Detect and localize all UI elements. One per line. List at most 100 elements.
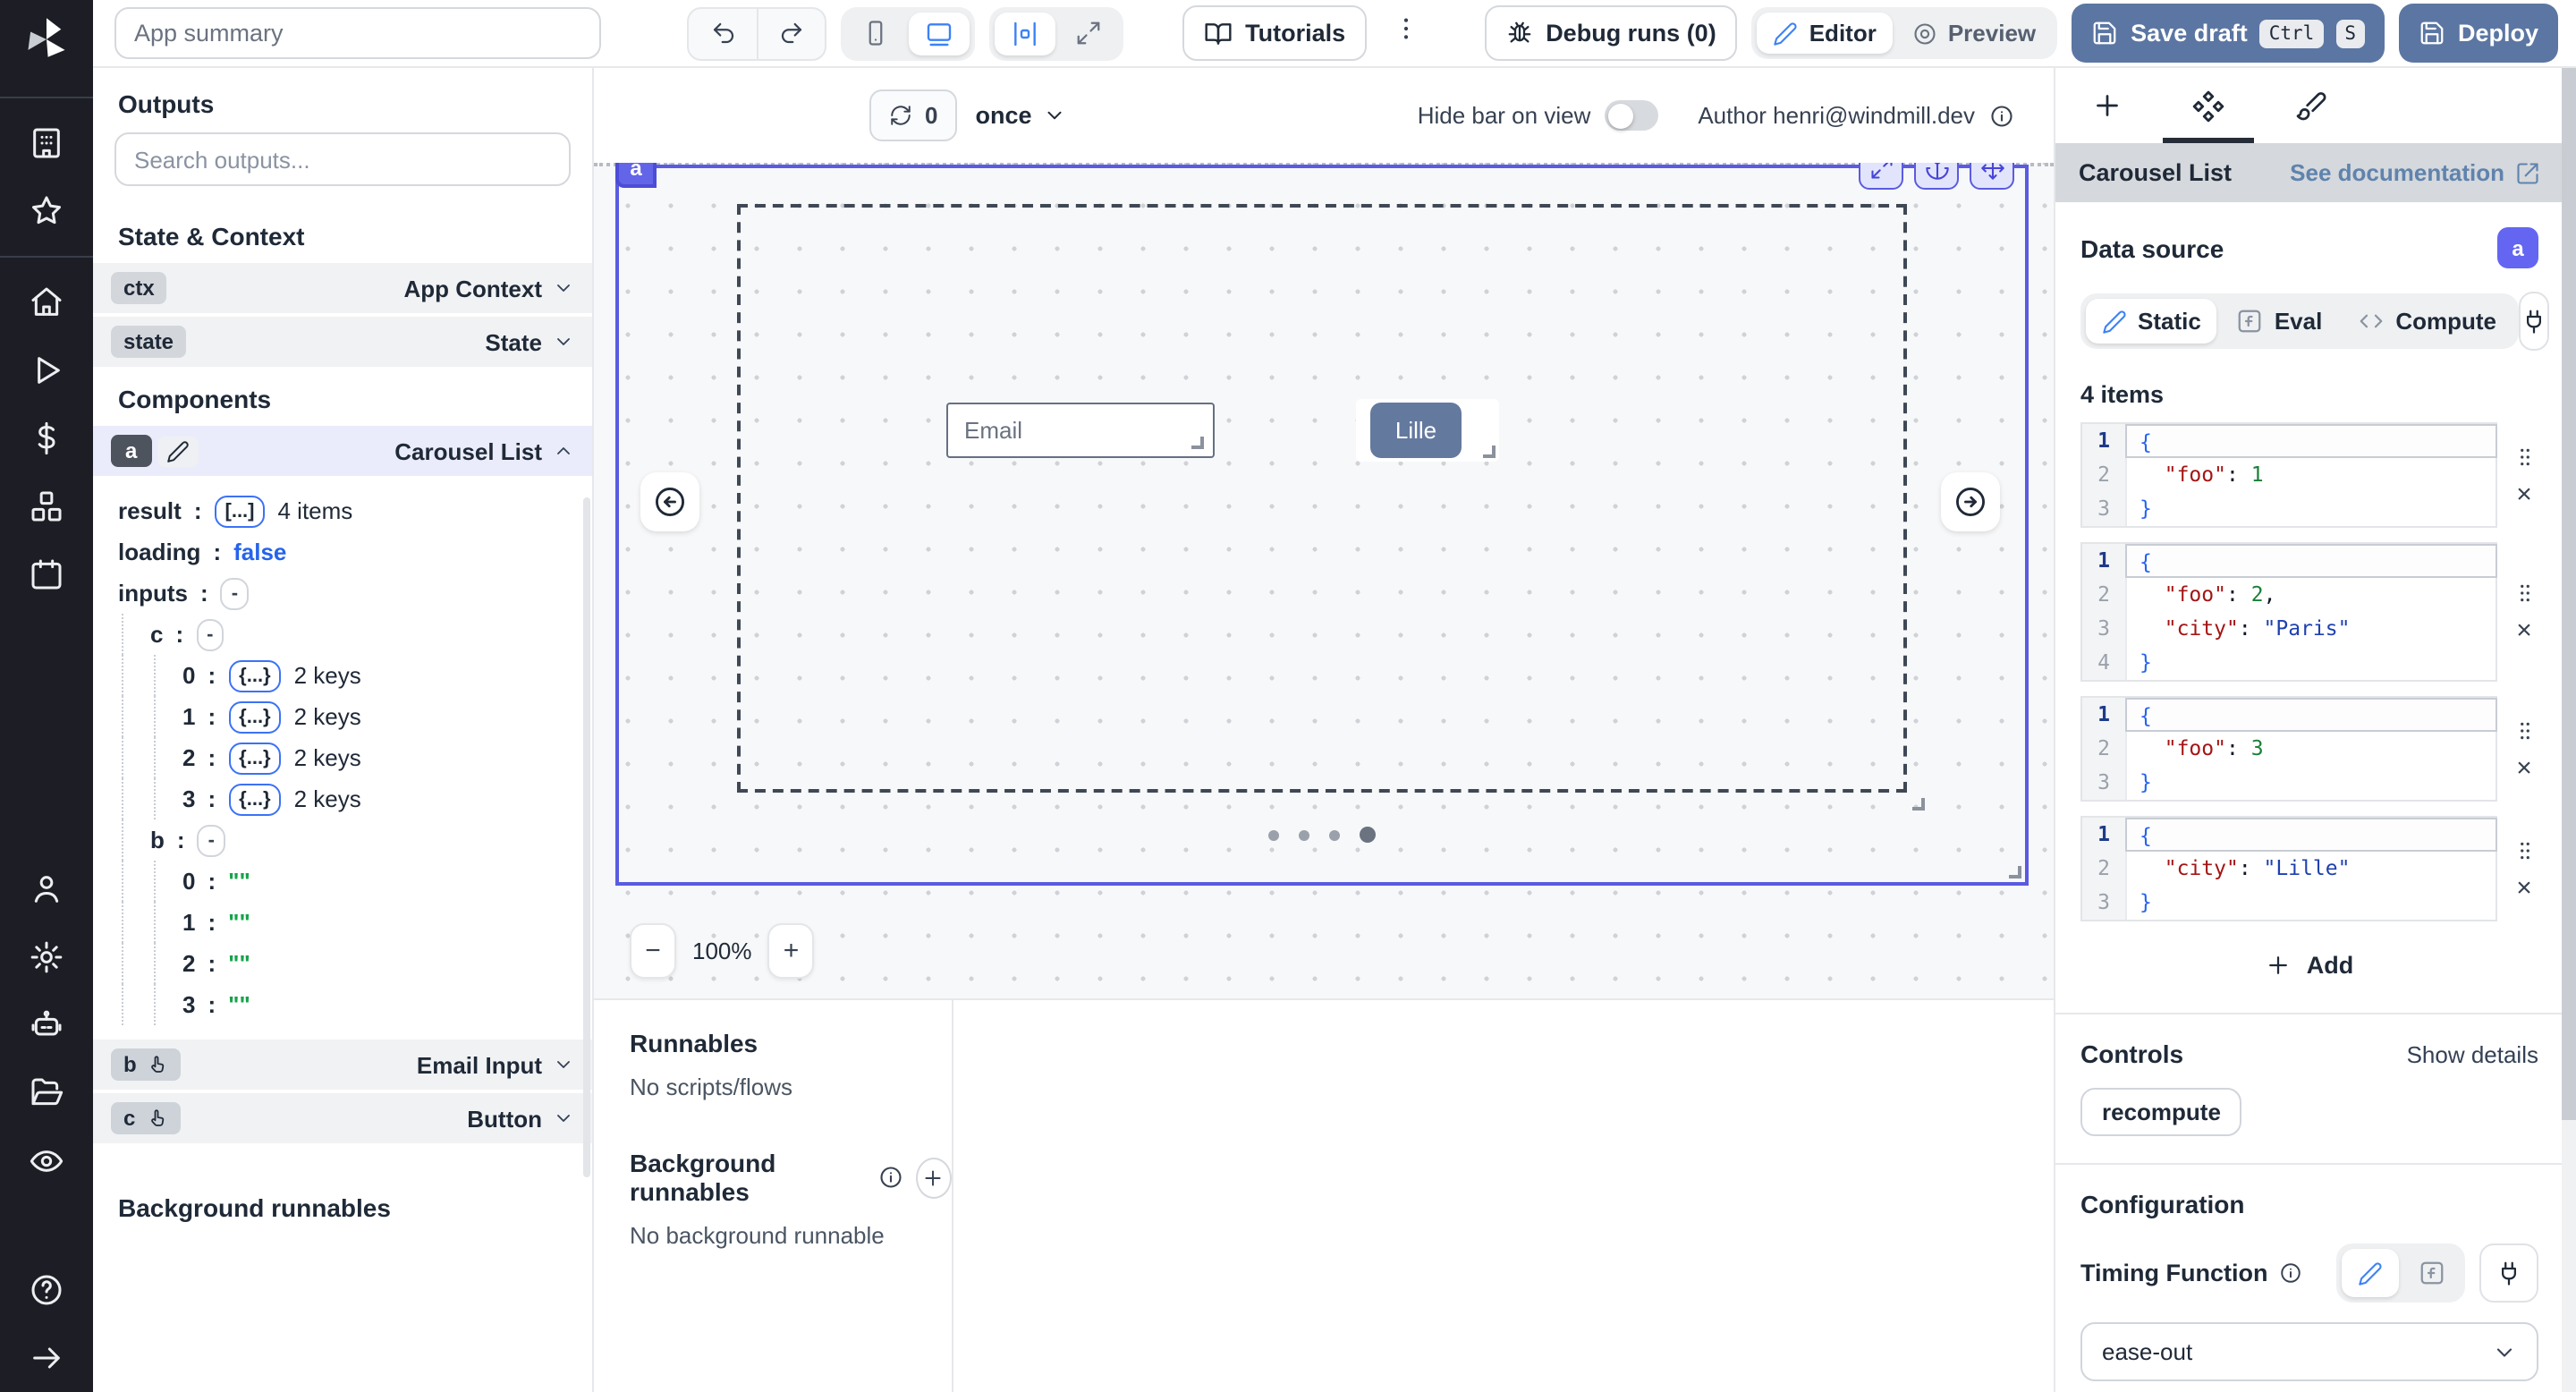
output-tree-row[interactable]: 2:{...}2 keys xyxy=(118,737,592,778)
component-row-a[interactable]: a Carousel List xyxy=(93,426,592,476)
settings-gear-icon[interactable] xyxy=(0,923,93,991)
undo-button[interactable] xyxy=(689,8,757,58)
output-row-state[interactable]: state State xyxy=(93,317,592,367)
info-icon[interactable] xyxy=(1989,103,2014,128)
more-menu-button[interactable] xyxy=(1381,7,1431,59)
windmill-logo-icon[interactable] xyxy=(20,13,73,75)
output-row-ctx[interactable]: ctx App Context xyxy=(93,263,592,313)
json-editor[interactable]: 1{2 "city": "Lille"3} xyxy=(2080,816,2497,921)
editor-tab[interactable]: Editor xyxy=(1758,13,1893,54)
eval-mode-button[interactable]: Eval xyxy=(2221,299,2339,344)
timing-static-button[interactable] xyxy=(2342,1249,2399,1297)
timing-eval-button[interactable] xyxy=(2402,1249,2460,1297)
tree-expand-box[interactable]: {...} xyxy=(228,742,281,774)
output-tree-row[interactable]: 1:{...}2 keys xyxy=(118,696,592,737)
folders-icon[interactable] xyxy=(0,1059,93,1127)
compute-mode-button[interactable]: Compute xyxy=(2342,299,2512,344)
timing-function-select[interactable]: ease-out xyxy=(2080,1322,2538,1381)
chevron-down-icon[interactable] xyxy=(553,1108,574,1129)
delete-item-button[interactable]: × xyxy=(2516,878,2532,899)
output-tree-row[interactable]: 0:{...}2 keys xyxy=(118,655,592,696)
home-icon[interactable] xyxy=(0,268,93,336)
chevron-down-icon[interactable] xyxy=(553,1054,574,1075)
output-tree-row[interactable]: 3:"" xyxy=(118,984,592,1025)
recompute-button[interactable]: recompute xyxy=(2080,1088,2242,1136)
collapse-arrow-right-icon[interactable] xyxy=(0,1324,93,1392)
lille-button-component[interactable]: Lille xyxy=(1370,403,1462,458)
carousel-dot[interactable] xyxy=(1268,829,1279,840)
carousel-dot[interactable] xyxy=(1360,827,1376,843)
show-details-link[interactable]: Show details xyxy=(2407,1040,2538,1067)
tree-expand-box[interactable]: - xyxy=(196,618,224,650)
resources-boxes-icon[interactable] xyxy=(0,472,93,540)
output-tree-row[interactable]: 1:"" xyxy=(118,902,592,943)
json-editor[interactable]: 1{2 "foo": 33} xyxy=(2080,696,2497,802)
centered-layout-button[interactable] xyxy=(995,12,1055,55)
component-row-b[interactable]: b Email Input xyxy=(93,1040,592,1090)
tree-expand-box[interactable]: {...} xyxy=(228,783,281,815)
component-tag-a[interactable]: a xyxy=(615,163,657,188)
expand-component-button[interactable] xyxy=(1859,163,1903,190)
settings-scrollbar-track[interactable] xyxy=(2562,68,2576,1392)
component-row-c[interactable]: c Button xyxy=(93,1093,592,1143)
add-item-button[interactable]: Add xyxy=(2248,943,2372,988)
email-input-component[interactable] xyxy=(946,403,1215,458)
zoom-in-button[interactable]: + xyxy=(768,923,815,979)
tree-expand-box[interactable]: [...] xyxy=(215,495,266,527)
output-tree-row[interactable]: 0:"" xyxy=(118,861,592,902)
info-icon[interactable] xyxy=(878,1165,903,1190)
redo-button[interactable] xyxy=(757,8,825,58)
refresh-button[interactable]: 0 xyxy=(869,89,957,141)
carousel-dot[interactable] xyxy=(1299,829,1309,840)
runs-play-icon[interactable] xyxy=(0,336,93,404)
see-documentation-link[interactable]: See documentation xyxy=(2290,159,2540,186)
workspace-icon[interactable] xyxy=(0,109,93,177)
drag-item-handle[interactable] xyxy=(2512,445,2536,468)
json-editor[interactable]: 1{2 "foo": 2,3 "city": "Paris"4} xyxy=(2080,542,2497,682)
chevron-down-icon[interactable] xyxy=(553,277,574,299)
delete-item-button[interactable]: × xyxy=(2516,758,2532,779)
selected-carousel-component[interactable]: a Lille xyxy=(615,165,2029,886)
deploy-button[interactable]: Deploy xyxy=(2399,4,2558,63)
info-icon[interactable] xyxy=(2279,1261,2302,1285)
add-background-runnable-button[interactable] xyxy=(916,1157,952,1198)
resize-handle[interactable] xyxy=(1483,446,1496,458)
search-outputs-input[interactable] xyxy=(114,132,571,186)
move-component-button[interactable] xyxy=(1970,163,2014,190)
debug-runs-button[interactable]: Debug runs (0) xyxy=(1485,5,1738,61)
chevron-down-icon[interactable] xyxy=(553,331,574,352)
json-editor[interactable]: 1{2 "foo": 13} xyxy=(2080,422,2497,528)
variables-dollar-icon[interactable] xyxy=(0,404,93,472)
app-summary-input[interactable] xyxy=(114,7,601,59)
component-settings-tab[interactable] xyxy=(2157,68,2259,143)
carousel-prev-button[interactable] xyxy=(640,472,699,531)
canvas[interactable]: a Lille xyxy=(594,163,2054,998)
delete-item-button[interactable]: × xyxy=(2516,621,2532,642)
favorites-star-icon[interactable] xyxy=(0,177,93,245)
resize-handle[interactable] xyxy=(2009,866,2021,878)
tree-expand-box[interactable]: {...} xyxy=(228,659,281,692)
carousel-dot[interactable] xyxy=(1329,829,1340,840)
schedule-dropdown[interactable]: once xyxy=(975,102,1065,129)
hide-bar-toggle[interactable] xyxy=(1605,100,1658,131)
outputs-scrollbar[interactable] xyxy=(583,497,590,1177)
resize-handle[interactable] xyxy=(1912,798,1925,811)
static-mode-button[interactable]: Static xyxy=(2086,299,2217,344)
connect-plug-button[interactable] xyxy=(2518,292,2548,351)
fullwidth-layout-button[interactable] xyxy=(1059,13,1118,54)
audit-eye-icon[interactable] xyxy=(0,1127,93,1195)
output-tree-row[interactable]: result:[...]4 items xyxy=(118,490,592,531)
anchor-component-button[interactable] xyxy=(1914,163,1959,190)
resize-handle[interactable] xyxy=(1191,437,1204,449)
output-tree-row[interactable]: loading:false xyxy=(118,531,592,573)
zoom-out-button[interactable]: − xyxy=(630,923,676,979)
mobile-view-button[interactable] xyxy=(846,13,905,54)
output-tree-row[interactable]: c:- xyxy=(118,614,592,655)
tree-expand-box[interactable]: - xyxy=(221,577,249,609)
workers-robot-icon[interactable] xyxy=(0,991,93,1059)
carousel-next-button[interactable] xyxy=(1941,472,2000,531)
output-tree-row[interactable]: b:- xyxy=(118,819,592,861)
chevron-up-icon[interactable] xyxy=(553,440,574,462)
output-tree-row[interactable]: inputs:- xyxy=(118,573,592,614)
user-icon[interactable] xyxy=(0,855,93,923)
